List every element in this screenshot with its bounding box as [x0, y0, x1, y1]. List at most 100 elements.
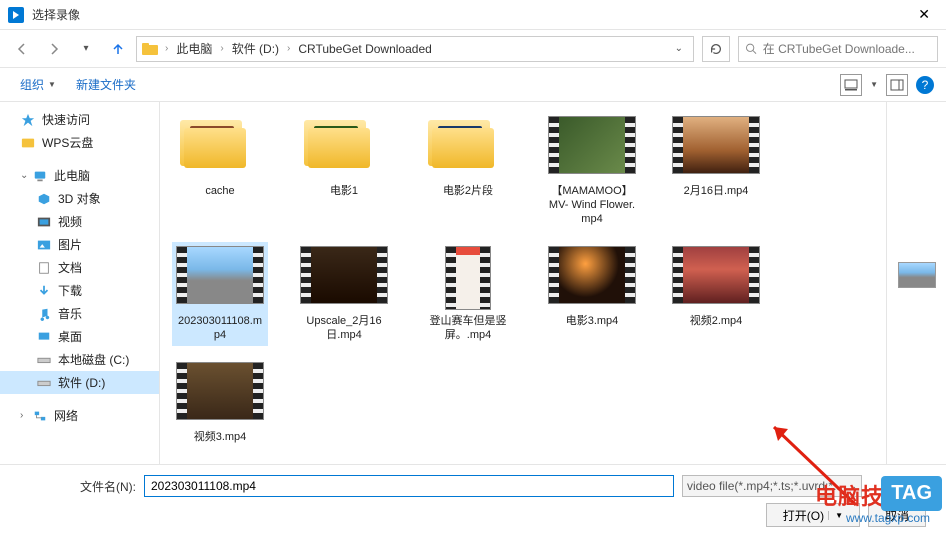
chevron-right-icon: › [285, 43, 292, 54]
video-item[interactable]: 2月16日.mp4 [668, 112, 764, 230]
cloud-icon [20, 135, 36, 151]
chevron-right-icon: › [163, 43, 170, 54]
video-thumb-icon [672, 116, 760, 174]
address-bar[interactable]: › 此电脑 › 软件 (D:) › CRTubeGet Downloaded ⌄ [136, 36, 694, 62]
chevron-right-icon: › [20, 410, 30, 421]
chevron-right-icon: › [218, 43, 225, 54]
file-name: 电影1 [330, 184, 358, 198]
file-grid[interactable]: cache 电影1 电影2片段 【MAMAMOO】MV- Wind Flower… [160, 102, 886, 464]
folder-icon [141, 40, 159, 58]
sidebar: 快速访问 WPS云盘 ⌄ 此电脑 3D 对象 视频 图片 文档 下载 音乐 桌面… [0, 102, 160, 464]
folder-icon [424, 116, 496, 172]
view-thumbnails-button[interactable] [840, 74, 862, 96]
window-title: 选择录像 [32, 6, 910, 23]
navbar: ▾ › 此电脑 › 软件 (D:) › CRTubeGet Downloaded… [0, 30, 946, 68]
video-icon [36, 214, 52, 230]
video-thumb-icon [548, 246, 636, 304]
sidebar-item-downloads[interactable]: 下载 [0, 279, 159, 302]
filetype-select[interactable]: video file(*.mp4;*.ts;*.uvrd;*... ⌄ [682, 475, 862, 497]
chevron-down-icon[interactable]: ▼ [870, 80, 878, 89]
folder-item[interactable]: cache [172, 112, 268, 230]
help-button[interactable]: ? [916, 76, 934, 94]
drive-icon [36, 352, 52, 368]
folder-icon [300, 116, 372, 172]
breadcrumb-item[interactable]: 此电脑 [174, 40, 214, 57]
file-name: cache [205, 184, 234, 198]
sidebar-item-network[interactable]: › 网络 [0, 404, 159, 427]
open-button[interactable]: 打开(O)▼ [766, 503, 860, 527]
up-button[interactable] [104, 36, 132, 62]
network-icon [32, 408, 48, 424]
new-folder-button[interactable]: 新建文件夹 [68, 72, 144, 97]
breadcrumb-item[interactable]: CRTubeGet Downloaded [296, 42, 433, 56]
sidebar-item-thispc[interactable]: ⌄ 此电脑 [0, 164, 159, 187]
forward-button[interactable] [40, 36, 68, 62]
file-name: 2月16日.mp4 [684, 184, 749, 198]
toolbar: 组织▼ 新建文件夹 ▼ ? [0, 68, 946, 102]
preview-thumbnail [898, 262, 936, 288]
video-item[interactable]: 登山赛车但是竖屏。.mp4 [420, 242, 516, 346]
sidebar-item-docs[interactable]: 文档 [0, 256, 159, 279]
video-item[interactable]: 视频2.mp4 [668, 242, 764, 346]
sidebar-item-diskc[interactable]: 本地磁盘 (C:) [0, 348, 159, 371]
search-box[interactable] [738, 36, 938, 62]
sidebar-item-diskd[interactable]: 软件 (D:) [0, 371, 159, 394]
video-thumb-icon [672, 246, 760, 304]
sidebar-item-quick-access[interactable]: 快速访问 [0, 108, 159, 131]
video-item[interactable]: 电影3.mp4 [544, 242, 640, 346]
video-thumb-icon [176, 246, 264, 304]
video-item[interactable]: 视频3.mp4 [172, 358, 268, 448]
main-area: 快速访问 WPS云盘 ⌄ 此电脑 3D 对象 视频 图片 文档 下载 音乐 桌面… [0, 102, 946, 464]
sidebar-item-desktop[interactable]: 桌面 [0, 325, 159, 348]
filename-input[interactable] [144, 475, 674, 497]
sidebar-item-wps[interactable]: WPS云盘 [0, 131, 159, 154]
search-input[interactable] [763, 42, 931, 56]
desktop-icon [36, 329, 52, 345]
filename-label: 文件名(N): [16, 478, 136, 495]
file-name: 视频2.mp4 [690, 314, 743, 328]
refresh-button[interactable] [702, 36, 730, 62]
close-button[interactable]: ✕ [910, 6, 938, 23]
organize-button[interactable]: 组织▼ [12, 72, 64, 97]
video-item-selected[interactable]: 202303011108.mp4 [172, 242, 268, 346]
video-thumb-icon [548, 116, 636, 174]
cube-icon [36, 191, 52, 207]
titlebar: 选择录像 ✕ [0, 0, 946, 30]
file-name: 电影2片段 [443, 184, 493, 198]
chevron-down-icon[interactable]: ⌄ [669, 43, 689, 54]
split-dropdown-icon[interactable]: ▼ [828, 511, 843, 520]
music-icon [36, 306, 52, 322]
preview-pane-button[interactable] [886, 74, 908, 96]
sidebar-item-3d[interactable]: 3D 对象 [0, 187, 159, 210]
picture-icon [36, 237, 52, 253]
video-item[interactable]: 【MAMAMOO】MV- Wind Flower.mp4 [544, 112, 640, 230]
chevron-down-icon: ⌄ [849, 481, 857, 492]
app-icon [8, 7, 24, 23]
file-name: 【MAMAMOO】MV- Wind Flower.mp4 [548, 184, 636, 226]
sidebar-item-music[interactable]: 音乐 [0, 302, 159, 325]
preview-pane [886, 102, 946, 464]
star-icon [20, 112, 36, 128]
tag-badge: TAG [881, 476, 942, 511]
footer: 文件名(N): video file(*.mp4;*.ts;*.uvrd;*..… [0, 464, 946, 534]
file-name: 电影3.mp4 [566, 314, 619, 328]
drive-icon [36, 375, 52, 391]
chevron-down-icon: ▼ [48, 80, 56, 89]
pc-icon [32, 168, 48, 184]
video-thumb-icon [176, 362, 264, 420]
folder-item[interactable]: 电影2片段 [420, 112, 516, 230]
video-item[interactable]: Upscale_2月16日.mp4 [296, 242, 392, 346]
file-name: Upscale_2月16日.mp4 [300, 314, 388, 342]
recent-dropdown[interactable]: ▾ [72, 36, 100, 62]
video-thumb-icon [300, 246, 388, 304]
folder-item[interactable]: 电影1 [296, 112, 392, 230]
breadcrumb-item[interactable]: 软件 (D:) [230, 40, 281, 57]
file-name: 登山赛车但是竖屏。.mp4 [424, 314, 512, 342]
sidebar-item-videos[interactable]: 视频 [0, 210, 159, 233]
file-name: 202303011108.mp4 [176, 314, 264, 342]
download-icon [36, 283, 52, 299]
sidebar-item-pictures[interactable]: 图片 [0, 233, 159, 256]
folder-icon [176, 116, 248, 172]
back-button[interactable] [8, 36, 36, 62]
video-thumb-icon [445, 246, 491, 310]
